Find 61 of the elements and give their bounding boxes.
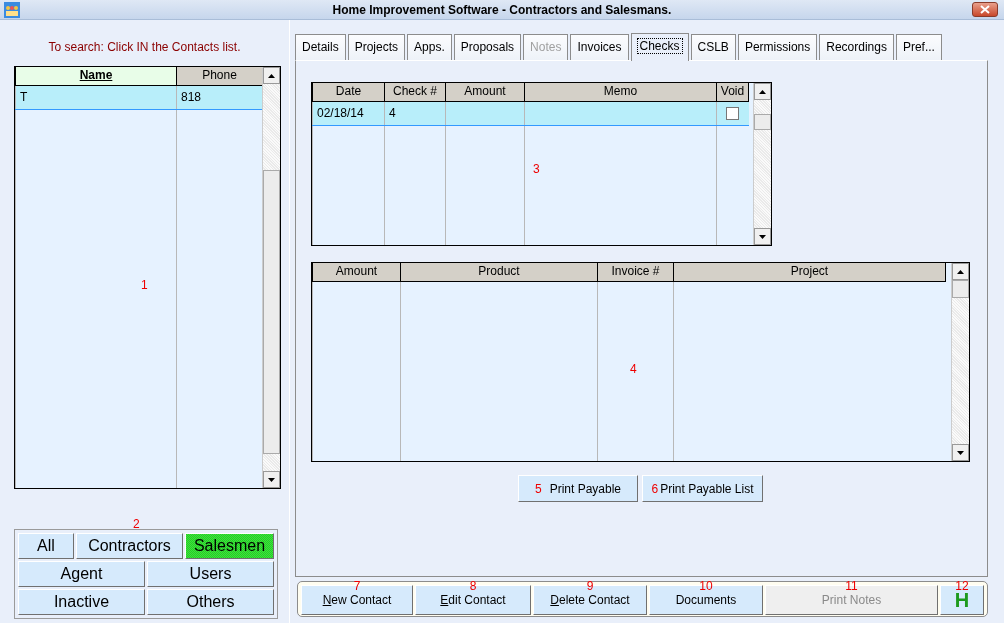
column-header[interactable]: Memo — [524, 83, 717, 101]
scroll-thumb[interactable] — [952, 280, 969, 298]
tab[interactable]: Proposals — [453, 34, 522, 60]
scroll-up-button[interactable] — [952, 263, 969, 280]
table-cell: 818 — [176, 85, 262, 109]
column-header[interactable]: Invoice # — [597, 263, 674, 281]
column-header[interactable]: Project — [673, 263, 946, 281]
down-arrow-icon — [759, 234, 766, 239]
column-header[interactable]: Product — [400, 263, 598, 281]
down-arrow-icon — [268, 477, 275, 482]
column-header[interactable]: Check # — [384, 83, 446, 101]
people-icon — [4, 2, 20, 18]
tab[interactable]: Permissions — [737, 34, 818, 60]
up-arrow-icon — [759, 89, 766, 94]
filter-button[interactable]: Agent — [18, 561, 145, 587]
filter-button[interactable]: All — [18, 533, 74, 559]
tab[interactable]: Invoices — [570, 34, 629, 60]
scroll-up-button[interactable] — [754, 83, 771, 100]
callout-number: 4 — [630, 363, 637, 375]
filter-button[interactable]: Salesmen — [185, 533, 274, 559]
table-cell: 4 — [384, 101, 446, 125]
callout-number: 3 — [533, 163, 540, 175]
tab[interactable]: Projects — [347, 34, 406, 60]
column-header[interactable]: Amount — [312, 263, 401, 281]
tab[interactable]: Pref... — [895, 34, 942, 60]
scroll-thumb[interactable] — [263, 170, 280, 454]
tab[interactable]: CSLB — [690, 34, 736, 60]
up-arrow-icon — [268, 73, 275, 78]
callout-number: 2 — [133, 518, 140, 530]
scroll-down-button[interactable] — [754, 228, 771, 245]
window-title: Home Improvement Software - Contractors and Salesmans. — [332, 1, 672, 19]
column-header[interactable]: Name — [15, 67, 177, 85]
column-header[interactable]: Amount — [445, 83, 525, 101]
scroll-down-button[interactable] — [263, 471, 280, 488]
tab[interactable]: Checks — [630, 33, 689, 61]
scroll-up-button[interactable] — [263, 67, 280, 84]
column-header[interactable]: Date — [312, 83, 385, 101]
scroll-down-button[interactable] — [952, 444, 969, 461]
callout-number: 6 — [651, 481, 659, 496]
filter-button[interactable]: Users — [147, 561, 274, 587]
table-cell: 02/18/14 — [312, 101, 385, 125]
callout-number: 1 — [141, 279, 148, 291]
column-header[interactable]: Void — [716, 83, 749, 101]
filter-button[interactable]: Inactive — [18, 589, 145, 615]
tab[interactable]: Apps. — [407, 34, 452, 60]
close-button[interactable] — [972, 2, 998, 17]
print-button[interactable]: 5 Print Payable — [518, 475, 638, 502]
search-hint: To search: Click IN the Contacts list. — [47, 39, 242, 56]
scroll-thumb[interactable] — [754, 114, 771, 130]
tab[interactable]: Recordings — [819, 34, 894, 60]
callout-number: 5 — [534, 481, 542, 496]
column-header[interactable]: Phone — [176, 67, 262, 85]
void-checkbox[interactable] — [726, 106, 740, 120]
filter-button[interactable]: Contractors — [76, 533, 183, 559]
filter-button[interactable]: Others — [147, 589, 274, 615]
table-cell: T — [15, 85, 177, 109]
up-arrow-icon — [957, 269, 964, 274]
close-icon — [980, 5, 990, 14]
down-arrow-icon — [957, 450, 964, 455]
tab[interactable]: Details — [295, 34, 346, 60]
print-button[interactable]: 6 Print Payable List — [642, 475, 763, 502]
